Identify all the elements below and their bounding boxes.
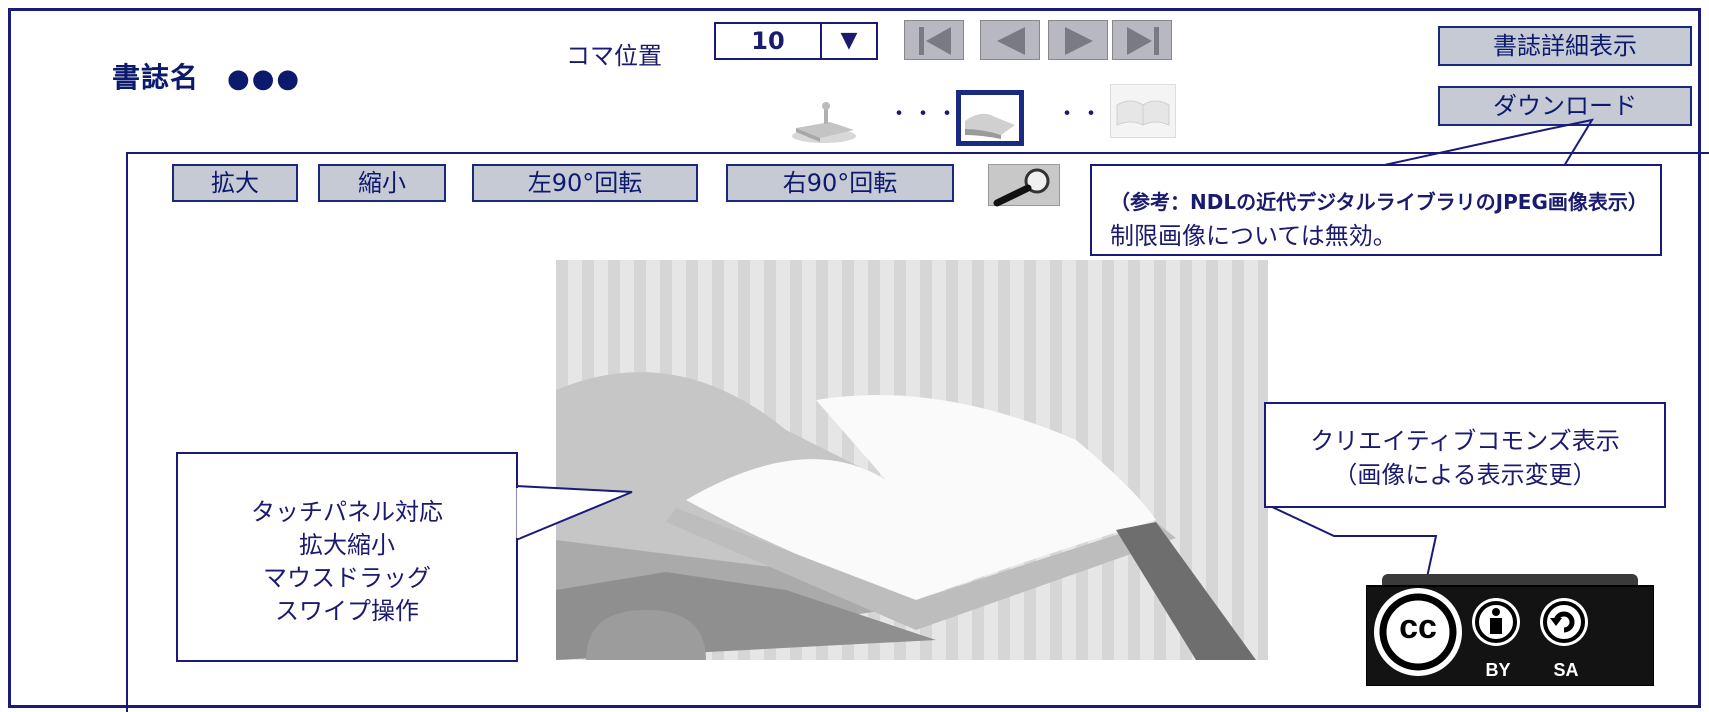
cc-label: cc [1399, 608, 1437, 646]
sa-label: SA [1553, 660, 1579, 680]
cc-note-line1: クリエイティブコモンズ表示 [1310, 427, 1620, 455]
cc-note-callout: クリエイティブコモンズ表示 （画像による表示変更） [1264, 402, 1666, 508]
by-label: BY [1485, 660, 1511, 680]
cc-note-line2: （画像による表示変更） [1333, 461, 1597, 489]
cc-license-badge[interactable]: cc BY SA [1366, 574, 1654, 686]
